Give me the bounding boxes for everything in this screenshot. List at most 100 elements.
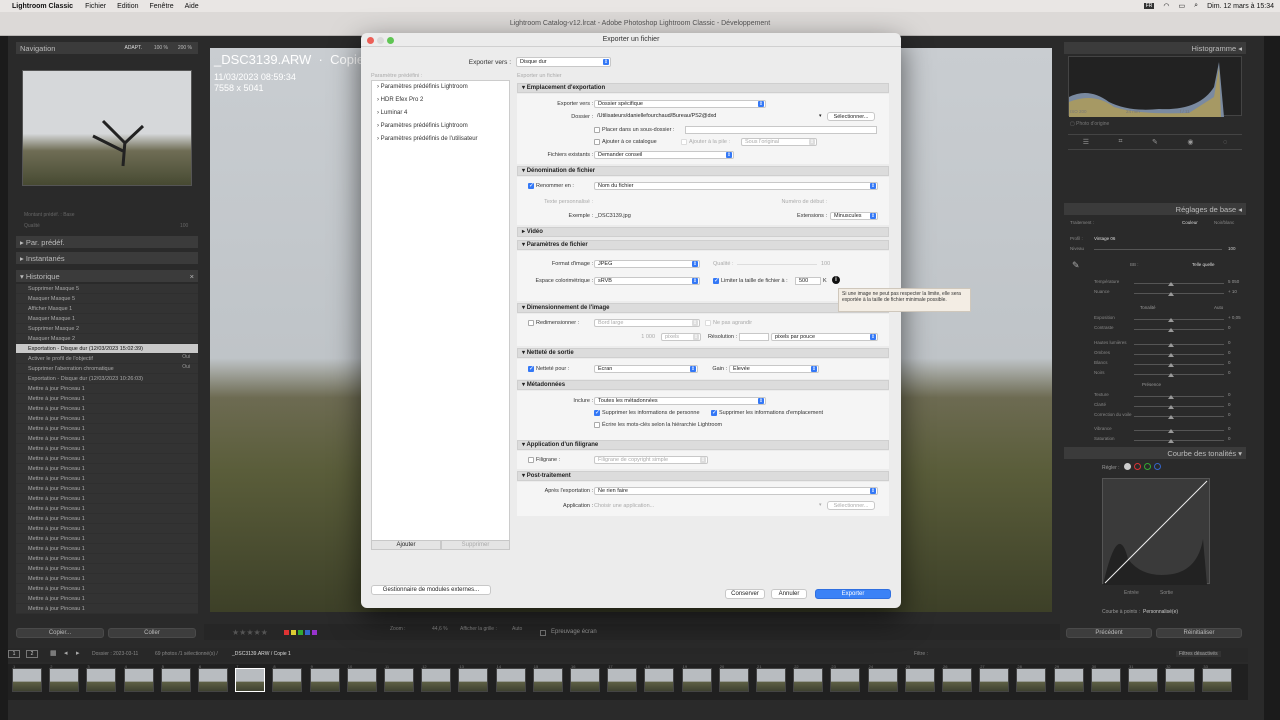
- blacks-knob[interactable]: [1168, 373, 1174, 377]
- filmstrip-thumb[interactable]: [458, 668, 489, 692]
- preset-folder[interactable]: › Luminar 4: [372, 107, 509, 120]
- history-item[interactable]: Mettre à jour Pinceau 1: [16, 534, 198, 544]
- watermark-checkbox[interactable]: [528, 457, 534, 463]
- temp-knob[interactable]: [1168, 282, 1174, 286]
- section-post-processing[interactable]: ▾ Post-traitement: [517, 471, 889, 481]
- saturation-slider[interactable]: [1134, 440, 1224, 441]
- section-output-sharpening[interactable]: ▾ Netteté de sortie: [517, 348, 889, 358]
- limit-size-input[interactable]: 500: [795, 277, 821, 285]
- stack-select[interactable]: Sous l'original ⇕: [741, 138, 817, 146]
- preset-folder[interactable]: › Paramètres prédéfinis Lightroom: [372, 81, 509, 94]
- loc-export-to-select[interactable]: Dossier spécifique ⇕: [594, 100, 766, 108]
- saturation-knob[interactable]: [1168, 439, 1174, 443]
- history-item[interactable]: Mettre à jour Pinceau 1: [16, 484, 198, 494]
- application-value[interactable]: Choisir une application...: [594, 503, 654, 509]
- resize-checkbox[interactable]: [528, 320, 534, 326]
- section-watermark[interactable]: ▾ Application d'un filigrane: [517, 440, 889, 450]
- panel-snapshots[interactable]: ▸ Instantanés: [16, 252, 198, 264]
- zoom-100[interactable]: 100 %: [154, 45, 168, 51]
- export-to-select[interactable]: Disque dur ⇕: [516, 57, 611, 67]
- no-enlarge-checkbox[interactable]: [705, 320, 711, 326]
- lang-badge[interactable]: FR: [1143, 3, 1155, 9]
- contrast-slider[interactable]: [1134, 329, 1224, 330]
- section-file-settings[interactable]: ▾ Paramètres de fichier: [517, 240, 889, 250]
- filmstrip-thumb[interactable]: [607, 668, 638, 692]
- history-item[interactable]: Masquer Masque 2: [16, 334, 198, 344]
- rename-checkbox[interactable]: [528, 182, 534, 189]
- history-item[interactable]: Mettre à jour Pinceau 1: [16, 504, 198, 514]
- shadows-slider[interactable]: [1134, 354, 1224, 355]
- datetime[interactable]: Dim. 12 mars à 15:34: [1207, 3, 1274, 10]
- history-item[interactable]: Mettre à jour Pinceau 1: [16, 554, 198, 564]
- filmstrip-thumb[interactable]: [1165, 668, 1196, 692]
- quality-slider[interactable]: [737, 264, 817, 265]
- history-item[interactable]: Mettre à jour Pinceau 1: [16, 404, 198, 414]
- exposure-knob[interactable]: [1168, 318, 1174, 322]
- history-item[interactable]: Mettre à jour Pinceau 1: [16, 494, 198, 504]
- search-icon[interactable]: ⌕: [1194, 2, 1198, 10]
- menu-help[interactable]: Aide: [185, 3, 199, 10]
- nav-back-icon[interactable]: ◂: [64, 649, 68, 657]
- mask-icon[interactable]: ◌: [1223, 139, 1227, 146]
- filmstrip-thumb[interactable]: [756, 668, 786, 692]
- screen-2-button[interactable]: 2: [26, 650, 38, 658]
- filmstrip-thumb[interactable]: [830, 668, 861, 692]
- preset-folder[interactable]: › HDR Efex Pro 2: [372, 94, 509, 107]
- hierarchy-checkbox[interactable]: [594, 422, 600, 428]
- filmstrip-thumb[interactable]: [384, 668, 414, 692]
- history-item[interactable]: Mettre à jour Pinceau 1: [16, 444, 198, 454]
- folder-dropdown-icon[interactable]: ▾: [819, 113, 822, 119]
- treatment-bw-button[interactable]: Noir/blanc: [1214, 220, 1234, 225]
- dehaze-knob[interactable]: [1168, 415, 1174, 419]
- zoom-fit[interactable]: ADAPT.: [124, 45, 142, 51]
- menu-window[interactable]: Fenêtre: [150, 3, 174, 10]
- history-item[interactable]: Activer le profil de l'objectif: [16, 354, 198, 364]
- info-icon[interactable]: i: [832, 276, 840, 284]
- include-select[interactable]: Toutes les métadonnées ⇕: [594, 397, 766, 405]
- rating-stars[interactable]: ★★★★★: [232, 628, 268, 637]
- tint-slider[interactable]: [1134, 293, 1224, 294]
- filmstrip-thumb[interactable]: [570, 668, 600, 692]
- history-item[interactable]: Mettre à jour Pinceau 1: [16, 384, 198, 394]
- exposure-slider[interactable]: [1134, 319, 1224, 320]
- filmstrip-thumb[interactable]: [867, 668, 898, 692]
- filmstrip-thumb[interactable]: [1128, 668, 1158, 692]
- subfolder-checkbox[interactable]: [594, 127, 600, 133]
- purple-label-icon[interactable]: [312, 630, 317, 635]
- highlights-slider[interactable]: [1134, 344, 1224, 345]
- history-item[interactable]: Mettre à jour Pinceau 1: [16, 524, 198, 534]
- filmstrip-thumb[interactable]: [942, 668, 972, 692]
- softproof-checkbox[interactable]: [540, 630, 546, 636]
- clarity-knob[interactable]: [1168, 405, 1174, 409]
- green-channel-icon[interactable]: [1144, 463, 1151, 470]
- sharpen-checkbox[interactable]: [528, 365, 534, 372]
- remove-preset-button[interactable]: Supprimer: [441, 540, 510, 550]
- history-item[interactable]: Mettre à jour Pinceau 1: [16, 434, 198, 444]
- vibrance-knob[interactable]: [1168, 429, 1174, 433]
- section-export-location[interactable]: ▾ Emplacement d'exportation: [517, 83, 889, 93]
- history-item[interactable]: Exportation - Disque dur (12/03/2023 15:…: [16, 344, 198, 354]
- wb-select[interactable]: Telle quelle: [1192, 262, 1215, 267]
- history-item[interactable]: Supprimer Masque 2: [16, 324, 198, 334]
- choose-application-button[interactable]: Sélectionner...: [827, 501, 875, 510]
- limit-size-checkbox[interactable]: [713, 277, 719, 284]
- section-file-naming[interactable]: ▾ Dénomination de fichier: [517, 166, 889, 176]
- cancel-button[interactable]: Annuler: [771, 589, 807, 599]
- nav-forward-icon[interactable]: ▸: [76, 649, 80, 657]
- zoom-dot[interactable]: [387, 37, 394, 44]
- filmstrip-thumb[interactable]: [160, 668, 191, 692]
- rename-select[interactable]: Nom du fichier ⇕: [594, 182, 878, 190]
- copy-button[interactable]: Copier...: [16, 628, 104, 638]
- app-menu[interactable]: Lightroom Classic: [12, 3, 73, 10]
- history-item[interactable]: Mettre à jour Pinceau 1: [16, 464, 198, 474]
- green-label-icon[interactable]: [298, 630, 303, 635]
- filmstrip-thumb[interactable]: [495, 668, 526, 692]
- filmstrip-thumb[interactable]: [532, 668, 563, 692]
- plugin-manager-button[interactable]: Gestionnaire de modules externes...: [371, 585, 491, 595]
- history-item[interactable]: Mettre à jour Pinceau 1: [16, 604, 198, 614]
- point-curve-icon[interactable]: [1124, 463, 1131, 470]
- shadows-knob[interactable]: [1168, 353, 1174, 357]
- filmstrip-thumb[interactable]: [235, 668, 266, 692]
- filmstrip-thumb[interactable]: [1090, 668, 1121, 692]
- resize-select[interactable]: Bord large ⇕: [594, 319, 700, 327]
